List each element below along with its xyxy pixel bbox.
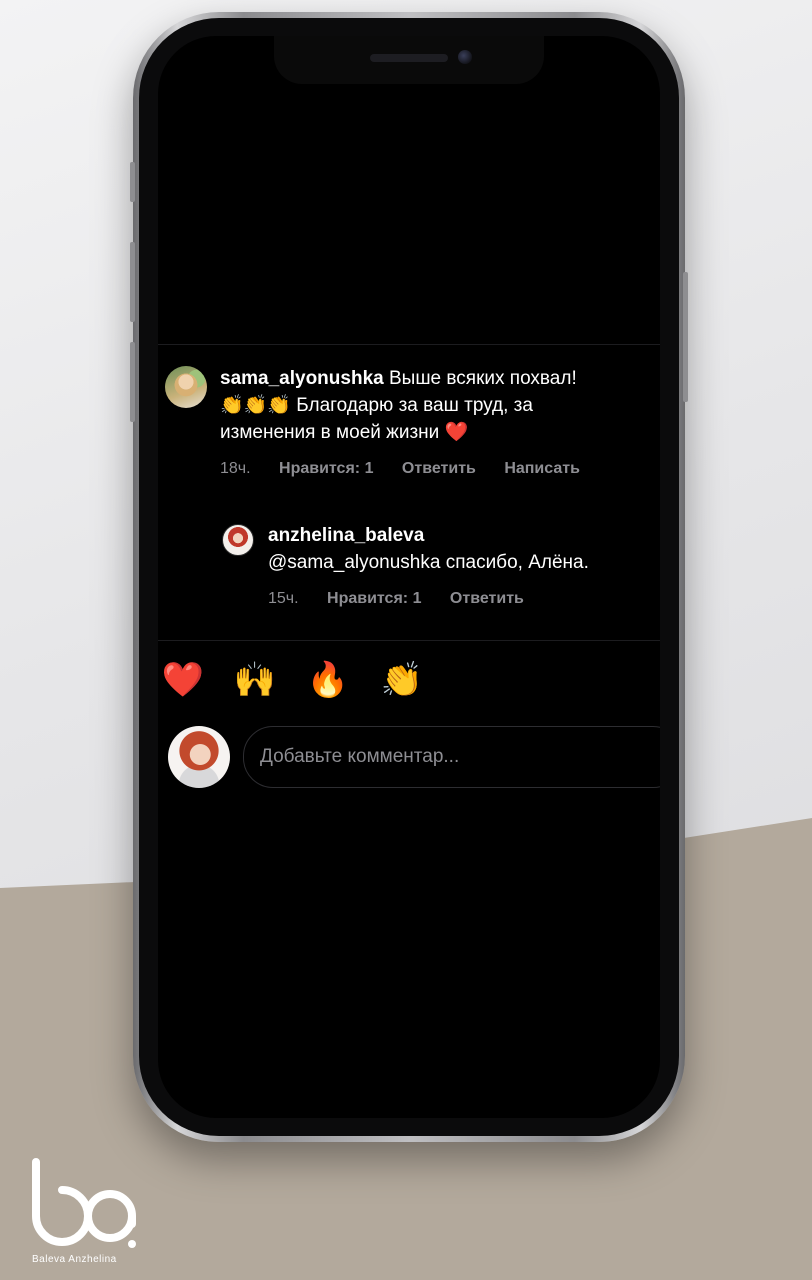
comment-1-line2: Благодарю за ваш труд, за [296,395,533,416]
comment-2-text: @sama_alyonushka спасибо, Алёна. [268,552,589,573]
comment-1-line1: Выше всяких похвал! [388,368,577,389]
speaker [370,54,448,62]
comment-1-line3: изменения в моей жизни [220,422,440,443]
comment-1-meta: 18ч. Нравится: 1 Ответить Написать [220,460,604,478]
camera [458,50,472,64]
reaction-crying-icon[interactable]: 😢 [455,658,499,702]
avatar-anzhelina-baleva[interactable] [222,524,254,556]
comment-input-placeholder: Добавьте комментар... [260,746,460,767]
comment-1-username[interactable]: sama_alyonushka [220,368,384,389]
comment-input[interactable]: Добавьте комментар... [243,726,660,788]
quick-reactions-bar: ❤️ 🙌 🔥 👏 😢 😍 😮 [158,658,660,702]
comment-1-time: 18ч. [220,460,251,477]
brand-logo [32,1158,136,1248]
volume-up-button [130,242,135,322]
heart-emoji: ❤️ [444,422,469,443]
mute-switch [130,162,135,202]
comment-2-meta: 15ч. Нравится: 1 Ответить [268,590,548,608]
reactions-divider [158,640,660,641]
reaction-heart-eyes-icon[interactable]: 😍 [528,658,572,702]
brand-caption: Baleva Anzhelina [32,1254,117,1265]
phone-frame: sama_alyonushka Выше всяких похвал! 👏👏👏 … [130,12,688,1142]
reaction-fire-icon[interactable]: 🔥 [306,658,350,702]
comment-2-time: 15ч. [268,590,299,607]
comment-1-reply-button[interactable]: Ответить [402,460,476,477]
volume-down-button [130,342,135,422]
comment-2-reply-button[interactable]: Ответить [450,590,524,607]
comment-1-write-button[interactable]: Написать [504,460,580,477]
reaction-clap-icon[interactable]: 👏 [380,658,424,702]
comment-2-likes[interactable]: Нравится: 1 [327,590,421,607]
clap-emojis: 👏👏👏 [220,395,291,416]
current-user-avatar [168,726,230,788]
avatar-sama-alyonushka[interactable] [165,366,207,408]
top-divider [158,344,660,345]
power-button [683,272,688,402]
reaction-raised-hands-icon[interactable]: 🙌 [233,658,277,702]
reaction-surprised-icon[interactable]: 😮 [600,658,644,702]
comment-1-body: sama_alyonushka Выше всяких похвал! 👏👏👏 … [220,365,660,446]
reaction-heart-icon[interactable]: ❤️ [161,658,205,702]
phone-screen: sama_alyonushka Выше всяких похвал! 👏👏👏 … [158,36,660,1118]
comment-1-likes[interactable]: Нравится: 1 [279,460,373,477]
comment-2-username[interactable]: anzhelina_baleva [268,525,424,547]
